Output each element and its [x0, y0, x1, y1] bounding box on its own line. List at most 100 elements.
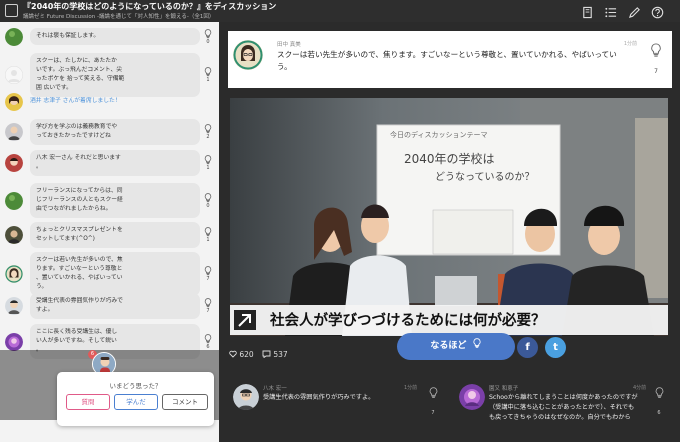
learned-button[interactable]: 学んだ: [114, 394, 158, 410]
chat-line: スクーは若い先生が多いので、焦: [36, 257, 123, 263]
bulb-icon: [204, 124, 212, 134]
like-count: 0: [206, 38, 210, 45]
chat-line: 。: [36, 163, 42, 170]
whiteboard-title: 今日のディスカッションテーマ: [390, 131, 488, 139]
bulb-icon: [204, 298, 212, 308]
like-count: 6: [657, 410, 661, 416]
chat-like-button[interactable]: 0: [203, 192, 213, 209]
chat-bubble: 学び方を学ぶのは義務教育でや っておきたかったですけどね: [30, 119, 200, 145]
views-count: 620: [239, 350, 254, 359]
bulb-icon: [204, 227, 212, 237]
question-button[interactable]: 質問: [66, 394, 110, 410]
app-header: 『2040年の学校はどのようになっているのか？』をディスカッション 議論ゼミ F…: [0, 0, 680, 22]
avatar-man-glasses: [5, 297, 23, 315]
help-icon[interactable]: [651, 4, 664, 19]
chat-line: ったボケを 拾って笑える、守備範: [36, 75, 125, 82]
chat-line: 由でつながれましたからね。: [36, 205, 112, 212]
bulb-icon: [473, 338, 481, 349]
chat-like-button[interactable]: 2: [203, 124, 213, 140]
bulb-icon: [204, 155, 212, 165]
naruhodo-label: なるほど: [430, 341, 467, 351]
video-caption: 社会人が学びつづけるためには何が必要？: [230, 305, 668, 335]
bulb-icon: [655, 387, 663, 398]
avatar-green-ball: [5, 191, 23, 210]
naruhodo-button[interactable]: なるほど: [397, 333, 515, 360]
chat-line: フリーランスになってからは、同: [36, 188, 123, 194]
chat-bubble: スクーは若い先生が多いので、焦 ります。すごいなーという尊敬と 、置いていかれる、や…: [30, 252, 200, 296]
page-title: 『2040年の学校はどのようになっているのか？』をディスカッション: [23, 2, 277, 11]
bulb-icon: [204, 266, 212, 276]
chat-like-button[interactable]: 1: [203, 155, 213, 171]
chat-bubble: それは褒も保証します。: [30, 28, 200, 45]
avatar: [233, 384, 259, 410]
comment-text-3: も戻ってきちゃうのはなぜなのか。自分でもわから: [489, 414, 631, 421]
chat-line: セットしてます(^O^): [36, 235, 95, 242]
comment-author: 田中 真美: [277, 42, 301, 48]
chat-line: い人が多いですね。そして鋭い: [36, 337, 117, 344]
comment-text-2: （受講中に落ち込むことがあったとかで）、それでも: [489, 404, 635, 411]
bulb-icon: [204, 192, 212, 202]
avatar-woman-red: [5, 154, 23, 172]
bottom-comment: 八木 宏一 1分前 受講生代表の雰囲気作りが巧みですよ。 7: [229, 375, 445, 442]
chat-like-button[interactable]: 1: [203, 227, 213, 243]
avatar-blank: [5, 66, 23, 84]
like-count: 7: [206, 308, 210, 314]
chat-line: すよ。: [36, 306, 54, 313]
pen-icon[interactable]: [628, 4, 641, 19]
avatar-dark: [5, 226, 23, 244]
like-count: 0: [206, 202, 210, 209]
avatar: [459, 384, 485, 410]
chat-line: 酒井 志津子 さんが着席しました！: [30, 98, 121, 104]
bulb-icon: [651, 43, 661, 57]
avatar-person: [5, 123, 23, 141]
comment-author: 八木 宏一: [263, 386, 287, 392]
facebook-icon[interactable]: f: [517, 337, 538, 358]
chat-like-button[interactable]: 0: [203, 28, 213, 45]
book-icon[interactable]: [581, 4, 594, 19]
bulb-icon: [204, 67, 212, 77]
comment-text: スクーは若い先生が多いので、焦ります。すごいなーという尊敬と、置いていかれる、や…: [277, 50, 617, 71]
chat-bubble: スクーは、たしかに、あたたか いです。ぶっ飛んだコメント、尖 ったボケを 拾って笑え…: [30, 53, 200, 97]
join-notice-text: 酒井 志津子 さんが着席しました！: [30, 97, 200, 106]
bottom-comment: 園又 和恵子 4分前 Schooから離れてしまうことは何度かあったのですが （受…: [455, 375, 680, 442]
avatar-illustration: [5, 265, 23, 283]
chat-line: う。: [36, 283, 48, 290]
reaction-popup: いまどう思った？ 質問 学んだ コメント: [57, 372, 214, 426]
caption-text: 社会人が学びつづけるためには何が必要？: [270, 313, 546, 329]
comment-time: 1分前: [623, 41, 637, 47]
chat-line: ちょっとクリスマスプレゼントを: [36, 227, 123, 233]
avatar-purple: [5, 332, 23, 351]
views-stat: 620: [229, 350, 254, 359]
like-count: 1: [206, 237, 210, 243]
comment-button[interactable]: コメント: [162, 394, 208, 410]
comment-text: 受講生代表の雰囲気作りが巧みですよ。: [263, 394, 375, 401]
chat-line: 、置いていかれる、やばいってい: [36, 274, 123, 281]
whiteboard-text-1: 2040年の学校は: [404, 152, 495, 166]
chat-line: ここに長く残る受講生は、優し: [36, 329, 118, 335]
chat-like-button[interactable]: 1: [203, 67, 213, 83]
popup-question: いまどう思った？: [109, 382, 162, 390]
list-icon[interactable]: [604, 4, 617, 18]
chat-like-button[interactable]: 7: [203, 266, 213, 282]
chat-like-button[interactable]: 7: [203, 298, 213, 314]
like-button[interactable]: 6: [653, 387, 665, 418]
like-button[interactable]: 7: [427, 387, 439, 418]
chat-bubble: 受講生代表の雰囲気作りが巧みで すよ。: [30, 293, 200, 319]
like-count: 2: [206, 134, 210, 140]
chat-bubble: フリーランスになってからは、同 じフリーランスの人ともスクー経 由でつながれましたか…: [30, 183, 200, 218]
chat-like-button[interactable]: 6: [203, 333, 213, 350]
chat-line: それは褒も保証します。: [36, 33, 100, 39]
like-count: 7: [431, 410, 435, 416]
like-count: 1: [206, 165, 210, 171]
chat-line: 八木 宏一さん それだと思います: [36, 155, 121, 161]
comments-stat: 537: [262, 350, 288, 359]
comment-time: 1分前: [404, 385, 418, 391]
like-count: 7: [654, 68, 658, 75]
like-button[interactable]: 7: [649, 43, 663, 77]
avatar-green-ball: [5, 27, 23, 46]
video-player[interactable]: 今日のディスカッションテーマ 2040年の学校は どうなっているのか？: [230, 98, 668, 336]
page-subtitle: 議論ゼミ Future Discussion -議論を通じて「対人知性」を鍛える…: [23, 14, 215, 20]
bulb-icon: [429, 387, 437, 398]
app-square-icon: [5, 4, 18, 17]
twitter-icon[interactable]: t: [545, 337, 566, 358]
